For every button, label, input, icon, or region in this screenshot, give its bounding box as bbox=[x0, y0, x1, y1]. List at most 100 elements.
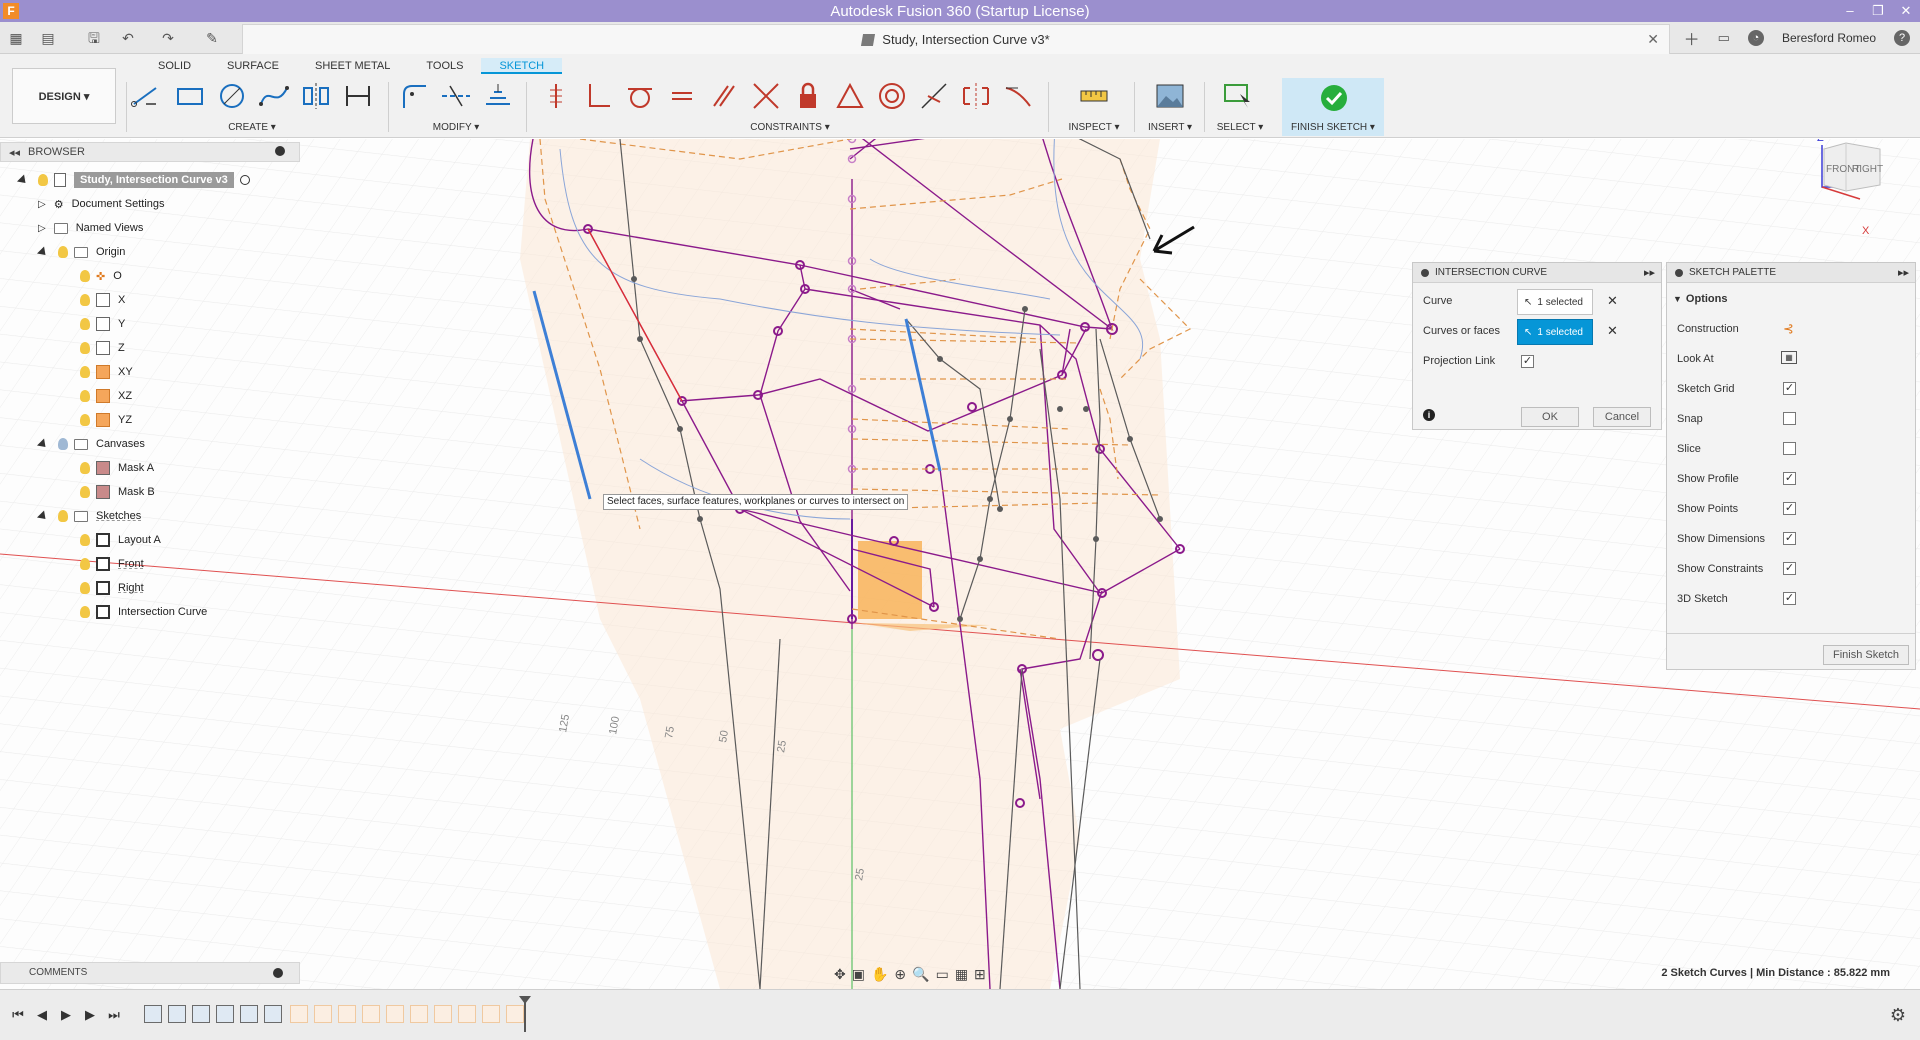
select-group-label[interactable]: SELECT ▾ bbox=[1210, 122, 1270, 133]
clear-curve-icon[interactable]: ✕ bbox=[1607, 293, 1618, 309]
help-icon[interactable]: ? bbox=[1894, 30, 1910, 46]
timeline-sketch-item[interactable] bbox=[192, 1005, 210, 1023]
palette-pin-icon[interactable] bbox=[1675, 268, 1683, 277]
play-icon[interactable]: ▶ bbox=[58, 1007, 74, 1023]
close-window-button[interactable]: ✕ bbox=[1892, 0, 1920, 22]
browser-item-origin-point[interactable]: ✜ O bbox=[80, 264, 122, 288]
tab-sketch[interactable]: SKETCH bbox=[481, 58, 563, 74]
ok-button[interactable]: OK bbox=[1521, 407, 1579, 427]
dialog-expand-icon[interactable]: ▸▸ bbox=[1644, 266, 1655, 279]
snap-checkbox[interactable] bbox=[1783, 412, 1796, 425]
line-tool-icon[interactable] bbox=[130, 80, 162, 112]
sketch-grid-checkbox[interactable]: ✓ bbox=[1783, 382, 1796, 395]
workspace-design-button[interactable]: DESIGN ▾ bbox=[12, 68, 116, 124]
browser-item-canvases[interactable]: Canvases bbox=[36, 432, 145, 456]
timeline-marker[interactable] bbox=[519, 996, 531, 1032]
perpendicular-icon[interactable] bbox=[750, 80, 782, 112]
construction-icon[interactable]: ⊰ bbox=[1783, 321, 1794, 337]
browser-item-front[interactable]: Front bbox=[80, 552, 144, 576]
timeline-settings-gear-icon[interactable]: ⚙ bbox=[1890, 1005, 1906, 1026]
palette-expand-icon[interactable]: ▸▸ bbox=[1898, 266, 1909, 279]
browser-root[interactable]: Study, Intersection Curve v3 bbox=[16, 168, 250, 192]
insert-canvas-image-icon[interactable] bbox=[1154, 80, 1186, 112]
browser-item-mask-b[interactable]: Mask B bbox=[80, 480, 155, 504]
job-status-icon[interactable]: ◔ bbox=[1747, 30, 1764, 46]
show-profile-checkbox[interactable]: ✓ bbox=[1783, 472, 1796, 485]
visibility-bulb-icon[interactable] bbox=[80, 390, 90, 402]
tab-surface[interactable]: SURFACE bbox=[209, 58, 297, 74]
select-window-icon[interactable] bbox=[1222, 80, 1254, 112]
visibility-bulb-icon[interactable] bbox=[80, 462, 90, 474]
timeline-canvas-item[interactable] bbox=[168, 1005, 186, 1023]
timeline-future-item[interactable] bbox=[458, 1005, 476, 1023]
user-name[interactable]: Beresford Romeo bbox=[1782, 31, 1876, 45]
browser-item-y-axis[interactable]: Y bbox=[80, 312, 125, 336]
dialog-pin-icon[interactable] bbox=[1421, 268, 1429, 277]
show-constraints-checkbox[interactable]: ✓ bbox=[1783, 562, 1796, 575]
sketch-dimension-tool-icon[interactable] bbox=[342, 80, 374, 112]
zoom-icon[interactable]: 🔍 bbox=[912, 966, 929, 983]
modify-group-label[interactable]: MODIFY ▾ bbox=[426, 122, 486, 133]
redo-icon[interactable]: ↷ bbox=[160, 30, 176, 46]
comments-panel[interactable]: COMMENTS bbox=[0, 962, 300, 984]
go-to-start-icon[interactable]: ⏮ bbox=[10, 1007, 26, 1023]
sketch-palette-header[interactable]: SKETCH PALETTE ▸▸ bbox=[1667, 263, 1915, 283]
browser-header[interactable]: ◂◂ BROWSER bbox=[0, 142, 300, 162]
browser-item-z-axis[interactable]: Z bbox=[80, 336, 125, 360]
new-tab-icon[interactable]: ＋ bbox=[1684, 26, 1700, 50]
pan-hand-icon[interactable]: ✋ bbox=[871, 966, 888, 983]
visibility-bulb-icon[interactable] bbox=[80, 318, 90, 330]
timeline-future-item[interactable] bbox=[506, 1005, 524, 1023]
timeline-canvas-item[interactable] bbox=[144, 1005, 162, 1023]
finish-sketch-button[interactable]: FINISH SKETCH ▾ bbox=[1282, 78, 1384, 136]
timeline-sketch-item[interactable] bbox=[264, 1005, 282, 1023]
fillet-tool-icon[interactable] bbox=[398, 80, 430, 112]
browser-item-x-axis[interactable]: X bbox=[80, 288, 125, 312]
browser-item-xy-plane[interactable]: XY bbox=[80, 360, 133, 384]
browser-item-intersection-curve[interactable]: Intersection Curve bbox=[80, 600, 207, 624]
expand-icon[interactable] bbox=[36, 437, 50, 451]
browser-item-yz-plane[interactable]: YZ bbox=[80, 408, 132, 432]
show-points-checkbox[interactable]: ✓ bbox=[1783, 502, 1796, 515]
horizontal-vertical-icon[interactable] bbox=[540, 80, 572, 112]
constraints-group-label[interactable]: CONSTRAINTS ▾ bbox=[740, 122, 840, 133]
concentric-icon[interactable] bbox=[876, 80, 908, 112]
measure-ruler-icon[interactable] bbox=[1078, 80, 1110, 112]
grid-settings-icon[interactable]: ▦ bbox=[955, 966, 968, 983]
comments-add-icon[interactable] bbox=[273, 968, 283, 978]
visibility-bulb-icon[interactable] bbox=[80, 366, 90, 378]
tab-sheet-metal[interactable]: SHEET METAL bbox=[297, 58, 408, 74]
symmetry-icon[interactable] bbox=[960, 80, 992, 112]
timeline-future-item[interactable] bbox=[434, 1005, 452, 1023]
slice-checkbox[interactable] bbox=[1783, 442, 1796, 455]
coincident-icon[interactable] bbox=[582, 80, 614, 112]
zoom-window-icon[interactable]: ⊕ bbox=[894, 966, 906, 983]
rectangle-tool-icon[interactable] bbox=[174, 80, 206, 112]
expand-icon[interactable] bbox=[16, 173, 30, 187]
spline-tool-icon[interactable] bbox=[258, 80, 290, 112]
expand-icon[interactable] bbox=[36, 245, 50, 259]
visibility-bulb-icon[interactable] bbox=[80, 534, 90, 546]
jobs-status-icon[interactable]: ✎ bbox=[204, 30, 220, 46]
visibility-bulb-icon[interactable] bbox=[80, 294, 90, 306]
insert-group-label[interactable]: INSERT ▾ bbox=[1140, 122, 1200, 133]
document-tab[interactable]: Study, Intersection Curve v3* ✕ bbox=[242, 24, 1670, 54]
look-at-icon[interactable]: ▦ bbox=[1781, 351, 1797, 364]
visibility-bulb-icon[interactable] bbox=[58, 438, 68, 450]
palette-finish-sketch-button[interactable]: Finish Sketch bbox=[1823, 645, 1909, 665]
tab-tools[interactable]: TOOLS bbox=[408, 58, 481, 74]
timeline-sketch-item[interactable] bbox=[240, 1005, 258, 1023]
notifications-icon[interactable]: ▭ bbox=[1718, 30, 1730, 46]
collapse-browser-icon[interactable]: ◂◂ bbox=[9, 146, 20, 159]
timeline-future-item[interactable] bbox=[338, 1005, 356, 1023]
visibility-bulb-icon[interactable] bbox=[80, 486, 90, 498]
clear-faces-icon[interactable]: ✕ bbox=[1607, 323, 1618, 339]
timeline-future-item[interactable] bbox=[482, 1005, 500, 1023]
browser-item-layout-a[interactable]: Layout A bbox=[80, 528, 161, 552]
browser-item-right[interactable]: Right bbox=[80, 576, 144, 600]
look-at-nav-icon[interactable]: ▣ bbox=[852, 966, 865, 983]
undo-icon[interactable]: ↶ bbox=[120, 30, 136, 46]
expand-right-icon[interactable]: ▷ bbox=[38, 199, 46, 210]
show-dimensions-checkbox[interactable]: ✓ bbox=[1783, 532, 1796, 545]
visibility-bulb-icon[interactable] bbox=[80, 342, 90, 354]
